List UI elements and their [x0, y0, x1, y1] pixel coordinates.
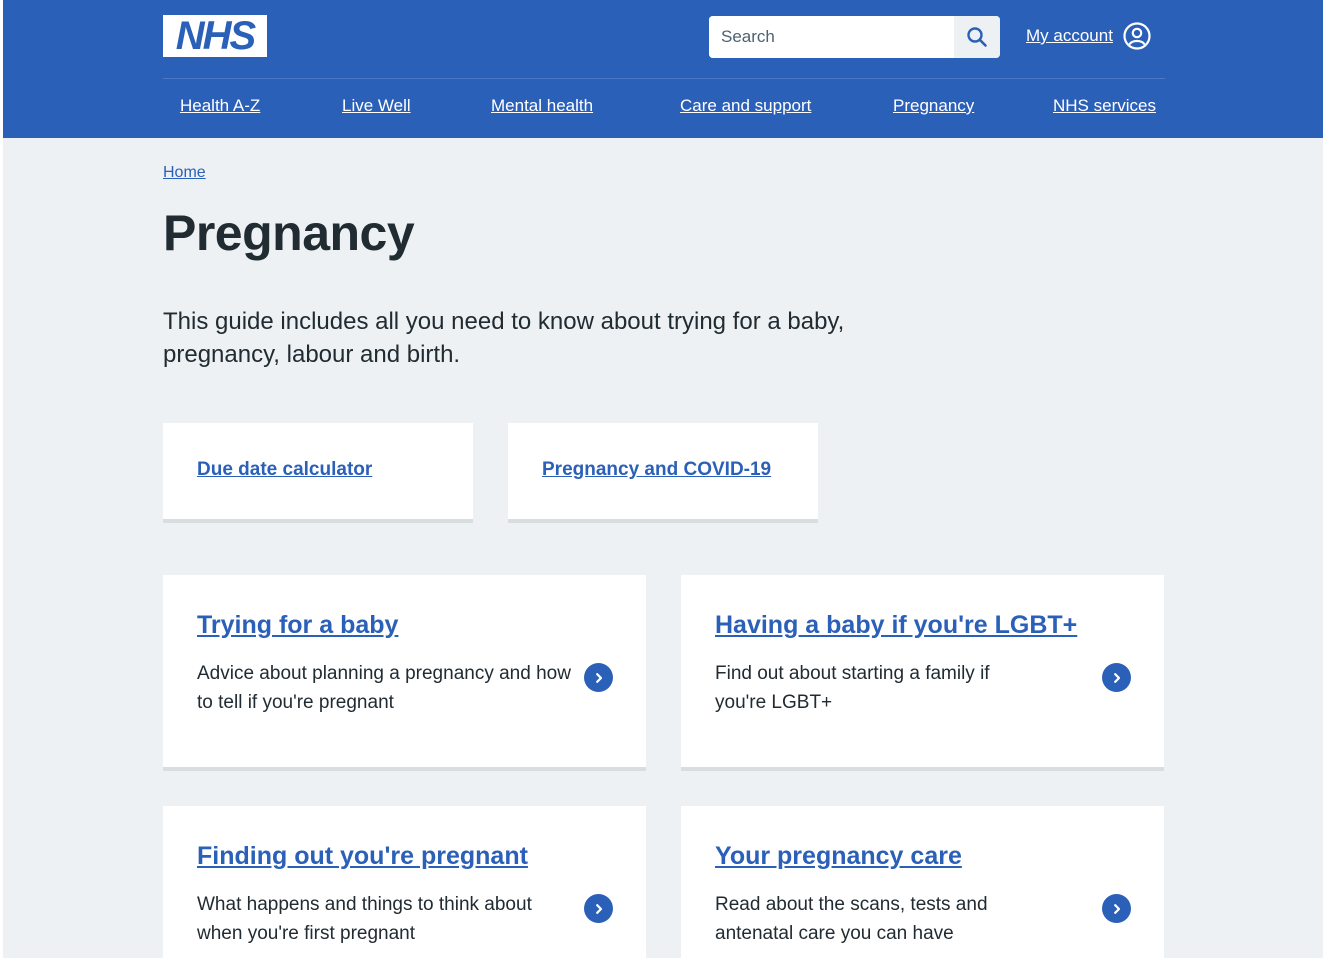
due-date-calculator-link[interactable]: Due date calculator — [197, 459, 372, 481]
page-lede: This guide includes all you need to know… — [163, 308, 845, 368]
topic-card-description: What happens and things to think about w… — [197, 894, 532, 944]
search-icon — [967, 27, 987, 47]
nhs-logo-text: NHS — [175, 14, 256, 58]
primary-nav: Health A-Z Live Well Mental health Care … — [163, 96, 1165, 124]
page-frame: NHS My account Health A-Z Live Well — [3, 0, 1323, 958]
quick-link-card: Due date calculator — [163, 423, 473, 523]
quick-link-card: Pregnancy and COVID-19 — [508, 423, 818, 523]
my-account-label: My account — [1026, 26, 1113, 45]
site-header: NHS My account Health A-Z Live Well — [3, 0, 1323, 138]
topic-card-title[interactable]: Finding out you're pregnant — [197, 842, 528, 871]
topic-card-title[interactable]: Trying for a baby — [197, 611, 398, 640]
nhs-logo[interactable]: NHS — [163, 15, 267, 57]
topic-card-lgbt[interactable]: Having a baby if you're LGBT+ Find out a… — [681, 575, 1164, 771]
my-account-link[interactable]: My account — [1026, 22, 1151, 50]
topic-card-title[interactable]: Your pregnancy care — [715, 842, 962, 871]
nav-health-a-z[interactable]: Health A-Z — [180, 96, 260, 116]
nav-care-and-support[interactable]: Care and support — [680, 96, 811, 116]
user-circle-icon — [1123, 22, 1151, 50]
chevron-right-circle-icon[interactable] — [1102, 663, 1131, 692]
nav-pregnancy[interactable]: Pregnancy — [893, 96, 974, 116]
page-title: Pregnancy — [163, 205, 415, 261]
search-button[interactable] — [954, 16, 1000, 58]
nav-nhs-services[interactable]: NHS services — [1053, 96, 1156, 116]
chevron-right-circle-icon[interactable] — [584, 894, 613, 923]
header-divider — [163, 78, 1165, 79]
pregnancy-covid-link[interactable]: Pregnancy and COVID-19 — [542, 459, 771, 481]
search-input[interactable] — [709, 16, 955, 58]
topic-card-description: Find out about starting a family if you'… — [715, 663, 990, 713]
search-box — [709, 16, 1000, 58]
topic-card-trying-for-a-baby[interactable]: Trying for a baby Advice about planning … — [163, 575, 646, 771]
topic-card-finding-out[interactable]: Finding out you're pregnant What happens… — [163, 806, 646, 958]
chevron-right-circle-icon[interactable] — [1102, 894, 1131, 923]
topic-card-title[interactable]: Having a baby if you're LGBT+ — [715, 611, 1077, 640]
topic-card-description: Read about the scans, tests and antenata… — [715, 894, 988, 944]
breadcrumb-home[interactable]: Home — [163, 164, 206, 182]
topic-card-pregnancy-care[interactable]: Your pregnancy care Read about the scans… — [681, 806, 1164, 958]
topic-card-description: Advice about planning a pregnancy and ho… — [197, 663, 571, 713]
chevron-right-circle-icon[interactable] — [584, 663, 613, 692]
nav-mental-health[interactable]: Mental health — [491, 96, 593, 116]
nav-live-well[interactable]: Live Well — [342, 96, 411, 116]
